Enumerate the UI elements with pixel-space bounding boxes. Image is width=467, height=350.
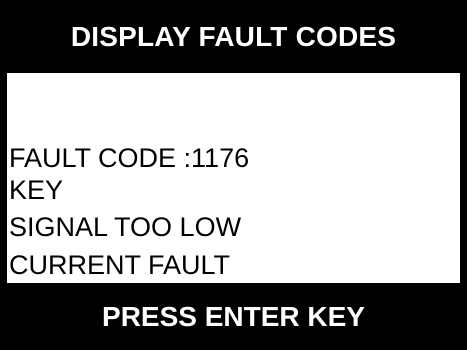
screen-title-bar: DISPLAY FAULT CODES <box>0 0 467 73</box>
enter-key-prompt[interactable]: PRESS ENTER KEY <box>0 283 467 350</box>
fault-details-panel: FAULT CODE :1176 KEY SIGNAL TOO LOW CURR… <box>7 73 460 283</box>
screen-title: DISPLAY FAULT CODES <box>70 20 397 52</box>
fault-description: SIGNAL TOO LOW <box>9 212 242 242</box>
fault-code-line: FAULT CODE :1176 <box>9 143 250 173</box>
enter-key-prompt-label: PRESS ENTER KEY <box>102 300 365 332</box>
fault-component: KEY <box>9 175 64 205</box>
fault-code-display-screen: DISPLAY FAULT CODES FAULT CODE :1176 KEY… <box>0 0 467 350</box>
fault-status: CURRENT FAULT <box>9 250 231 280</box>
